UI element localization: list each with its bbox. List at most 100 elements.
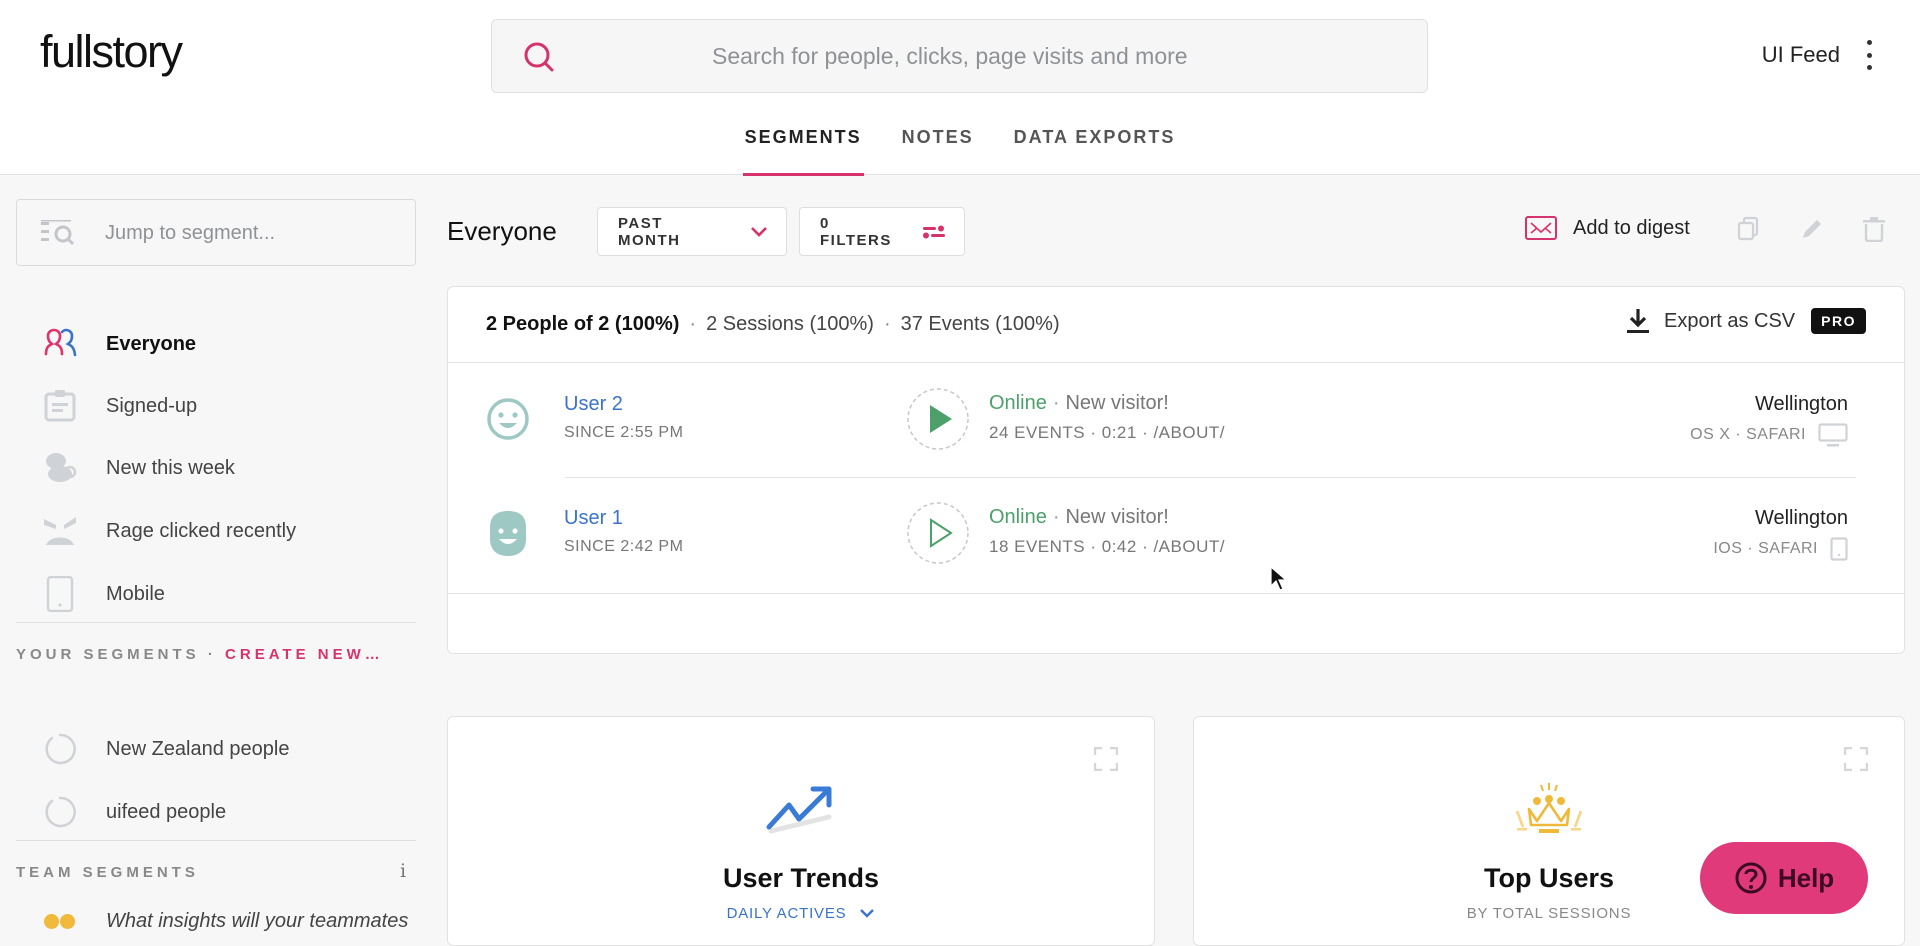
date-range-label: PAST MONTH xyxy=(618,214,681,249)
sidebar-item-label: New Zealand people xyxy=(106,737,290,760)
sidebar-item-mobile[interactable]: Mobile xyxy=(0,569,430,619)
tab-data-exports[interactable]: DATA EXPORTS xyxy=(1014,118,1176,175)
loading-spinner-icon xyxy=(45,733,76,765)
filters-button[interactable]: 0 FILTERS xyxy=(799,207,965,256)
add-to-digest-button[interactable]: Add to digest xyxy=(1525,216,1690,240)
help-label: Help xyxy=(1777,862,1835,893)
user-trends-card[interactable]: User Trends DAILY ACTIVES xyxy=(447,716,1155,946)
copy-icon[interactable] xyxy=(1736,216,1762,242)
user-row[interactable]: User 2 SINCE 2:55 PM Online · New visitor!… xyxy=(448,363,1904,477)
panel-divider xyxy=(448,593,1904,594)
user-name-link[interactable]: User 1 xyxy=(564,507,623,530)
events-count: 37 Events (100%) xyxy=(900,313,1060,335)
download-icon xyxy=(1626,309,1649,333)
team-segments-info-icon[interactable]: i xyxy=(400,860,406,882)
export-csv-button[interactable]: Export as CSV PRO xyxy=(1626,307,1866,335)
create-new-segment-link[interactable]: CREATE NEW… xyxy=(225,646,384,663)
play-session-icon[interactable] xyxy=(906,387,970,451)
sidebar-item-label: Signed-up xyxy=(106,394,198,417)
separator: · xyxy=(689,313,697,335)
edit-icon[interactable] xyxy=(1799,216,1825,242)
visitor-type: New visitor! xyxy=(1065,506,1169,528)
sidebar-item-label: Mobile xyxy=(106,582,165,605)
smiley-avatar-icon xyxy=(487,398,529,440)
fullstory-logo[interactable]: fullstory xyxy=(40,26,183,78)
search-input[interactable] xyxy=(712,38,1392,74)
clipboard-icon xyxy=(44,390,76,422)
your-segments-label: YOUR SEGMENTS xyxy=(16,646,200,663)
baby-icon xyxy=(46,453,77,482)
session-status: Online · New visitor! xyxy=(989,392,1169,414)
pro-badge: PRO xyxy=(1811,308,1866,334)
mouse-cursor-icon xyxy=(1270,566,1288,591)
sidebar-item-uifeed-people[interactable]: uifeed people xyxy=(0,787,430,837)
daily-actives-dropdown[interactable]: DAILY ACTIVES xyxy=(448,905,1154,922)
main-tabs: SEGMENTS NOTES DATA EXPORTS xyxy=(0,118,1920,176)
segment-summary: 2 People of 2 (100%) · 2 Sessions (100%) · 3… xyxy=(486,313,1060,336)
play-session-icon[interactable] xyxy=(906,501,970,565)
visitor-type: New visitor! xyxy=(1065,392,1169,414)
add-to-digest-label: Add to digest xyxy=(1573,216,1690,239)
user-city: Wellington xyxy=(1754,507,1848,529)
global-search[interactable] xyxy=(491,19,1428,93)
mobile-icon xyxy=(46,576,74,612)
expand-icon[interactable] xyxy=(1844,747,1868,771)
user-row[interactable]: User 1 SINCE 2:42 PM Online · New visitor!… xyxy=(448,477,1904,591)
expand-icon[interactable] xyxy=(1094,747,1118,771)
loading-spinner-icon xyxy=(45,796,76,828)
session-details: 24 EVENTS · 0:21 · /ABOUT/ xyxy=(989,423,1225,442)
jump-to-segment-input[interactable] xyxy=(105,216,395,250)
separator: · xyxy=(883,313,891,335)
user-name-link[interactable]: User 2 xyxy=(564,393,623,416)
export-csv-label: Export as CSV xyxy=(1663,309,1796,332)
sidebar-divider xyxy=(16,622,416,623)
sidebar-item-label: Rage clicked recently xyxy=(106,519,297,542)
sidebar-item-everyone[interactable]: Everyone xyxy=(0,319,430,369)
date-range-dropdown[interactable]: PAST MONTH xyxy=(597,207,787,256)
people-icon xyxy=(44,328,77,357)
online-status: Online xyxy=(989,392,1047,414)
more-options-icon[interactable] xyxy=(1864,40,1874,70)
sidebar-item-rage-clicked[interactable]: Rage clicked recently xyxy=(0,506,430,556)
filters-label: 0 FILTERS xyxy=(820,214,892,249)
card-title: User Trends xyxy=(722,863,880,893)
mobile-icon xyxy=(1830,537,1848,561)
people-list-panel: 2 People of 2 (100%) · 2 Sessions (100%) · 3… xyxy=(447,286,1905,654)
question-icon xyxy=(1735,862,1767,894)
teammates-emoji-icon xyxy=(44,914,75,929)
sessions-count: 2 Sessions (100%) xyxy=(706,313,874,335)
filter-sliders-icon xyxy=(922,224,946,240)
your-segments-heading: YOUR SEGMENTS · CREATE NEW… xyxy=(16,646,384,663)
delete-icon[interactable] xyxy=(1861,216,1887,242)
tab-notes[interactable]: NOTES xyxy=(902,118,974,175)
tab-segments[interactable]: SEGMENTS xyxy=(742,118,864,176)
list-search-icon xyxy=(41,220,75,246)
segments-sidebar: Everyone Signed-up New this week Rage cl… xyxy=(0,176,430,932)
angry-face-icon xyxy=(44,517,76,545)
user-platform: OS X · SAFARI xyxy=(1690,423,1848,447)
top-bar: fullstory UI Feed SEGMENTS NOTES DATA EX… xyxy=(0,0,1920,176)
help-button[interactable]: Help xyxy=(1700,842,1868,914)
chevron-down-icon xyxy=(860,909,875,918)
sidebar-item-label: Everyone xyxy=(106,332,197,355)
sidebar-divider xyxy=(16,840,416,841)
sidebar-item-new-zealand-people[interactable]: New Zealand people xyxy=(0,724,430,774)
team-segments-hint: What insights will your teammates xyxy=(106,910,409,932)
sidebar-item-label: New this week xyxy=(106,456,235,479)
trend-up-icon xyxy=(766,786,832,834)
team-segments-heading: TEAM SEGMENTS xyxy=(16,864,199,881)
account-name[interactable]: UI Feed xyxy=(1762,42,1840,68)
platform-label: IOS · SAFARI xyxy=(1713,540,1818,557)
sidebar-item-label: uifeed people xyxy=(106,800,227,823)
sidebar-item-signed-up[interactable]: Signed-up xyxy=(0,381,430,431)
bearded-avatar-icon xyxy=(490,511,526,556)
desktop-icon xyxy=(1818,423,1848,447)
online-status: Online xyxy=(989,506,1047,528)
chevron-down-icon xyxy=(750,226,768,238)
separator: · xyxy=(207,646,217,663)
sidebar-item-new-this-week[interactable]: New this week xyxy=(0,443,430,493)
people-count: 2 People of 2 (100%) xyxy=(486,313,680,335)
search-icon xyxy=(524,42,554,72)
user-platform: IOS · SAFARI xyxy=(1713,537,1848,561)
jump-to-segment[interactable] xyxy=(16,199,416,266)
